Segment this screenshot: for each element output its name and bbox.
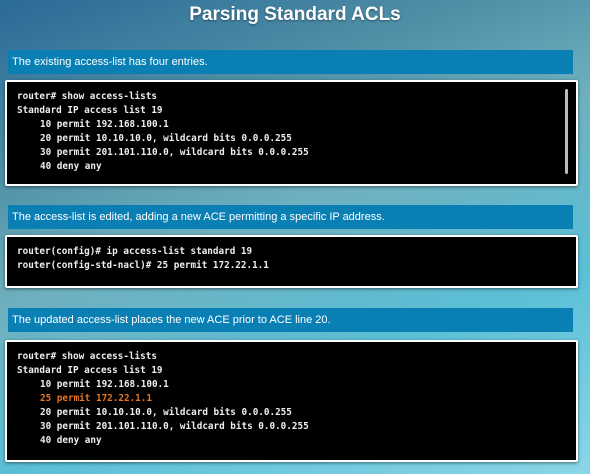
terminal-line: 10 permit 192.168.100.1 — [40, 119, 169, 130]
section-2-banner: The access-list is edited, adding a new … — [8, 205, 573, 229]
terminal-line: router# show access-lists — [17, 91, 157, 102]
terminal-line: router(config)# ip access-list standard … — [17, 246, 253, 257]
terminal-line: router# show access-lists — [17, 351, 157, 362]
terminal-output-1: router# show access-lists Standard IP ac… — [5, 80, 578, 186]
section-1-banner: The existing access-list has four entrie… — [8, 50, 573, 74]
terminal-line: 20 permit 10.10.10.0, wildcard bits 0.0.… — [40, 133, 292, 144]
section-3-banner: The updated access-list places the new A… — [8, 308, 573, 332]
terminal-line: 40 deny any — [40, 435, 102, 446]
terminal-line: 30 permit 201.101.110.0, wildcard bits 0… — [40, 421, 309, 432]
terminal-line: Standard IP access list 19 — [17, 105, 163, 116]
scrollbar[interactable] — [565, 89, 568, 174]
terminal-line: 10 permit 192.168.100.1 — [40, 379, 169, 390]
terminal-line: Standard IP access list 19 — [17, 365, 163, 376]
terminal-line: router(config-std-nacl)# 25 permit 172.2… — [17, 260, 269, 271]
terminal-output-2: router(config)# ip access-list standard … — [5, 235, 578, 288]
highlighted-new-ace-line: 25 permit 172.22.1.1 — [40, 393, 152, 404]
terminal-output-3: router# show access-lists Standard IP ac… — [5, 340, 578, 462]
terminal-line: 30 permit 201.101.110.0, wildcard bits 0… — [40, 147, 309, 158]
terminal-line: 40 deny any — [40, 161, 102, 172]
terminal-line: 20 permit 10.10.10.0, wildcard bits 0.0.… — [40, 407, 292, 418]
page-title: Parsing Standard ACLs — [189, 4, 401, 25]
